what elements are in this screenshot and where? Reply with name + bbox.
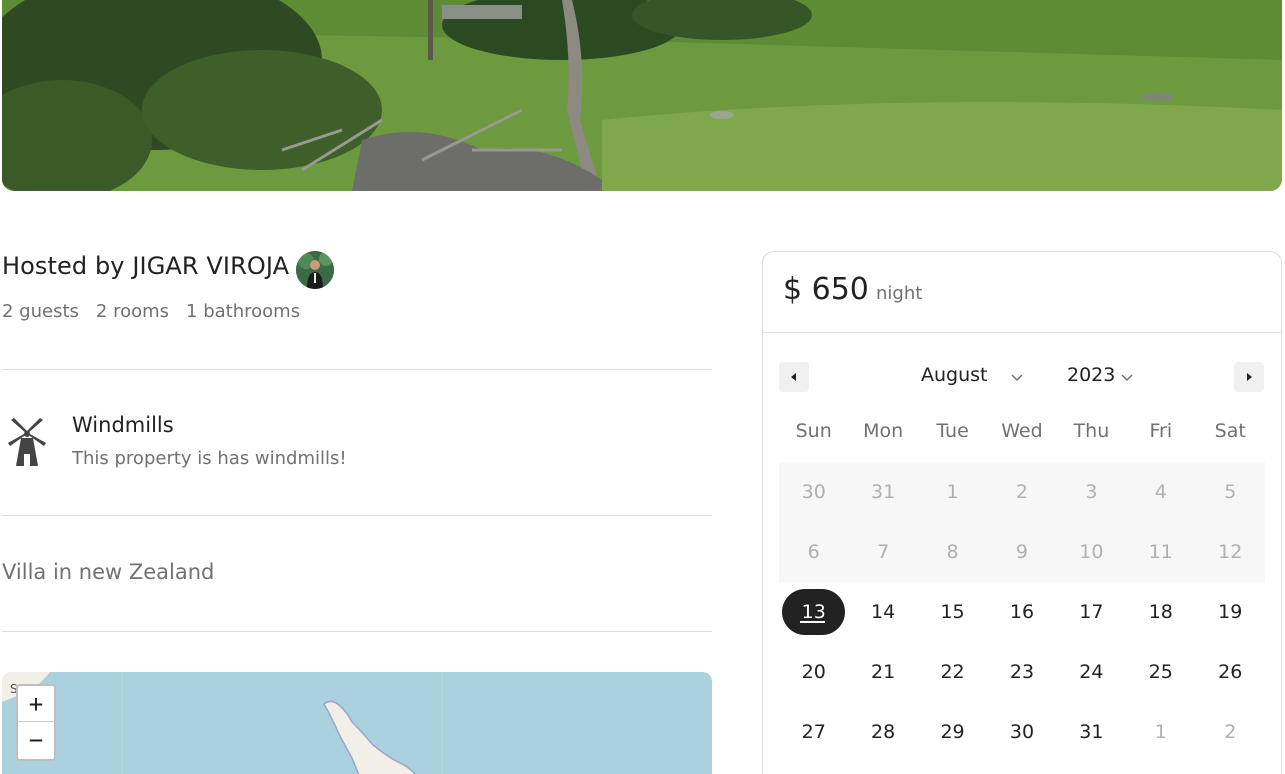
calendar-day[interactable]: 15 bbox=[918, 582, 987, 642]
calendar-day-disabled: 12 bbox=[1218, 541, 1243, 563]
calendar-week: 20 21 22 23 24 25 26 bbox=[779, 642, 1265, 702]
calendar-day[interactable]: 27 bbox=[779, 702, 848, 762]
calendar-day[interactable]: 25 bbox=[1126, 642, 1195, 702]
calendar-day[interactable]: 21 bbox=[848, 642, 917, 702]
calendar-day-outside-month: 1 bbox=[1154, 721, 1167, 743]
weekday-label: Sat bbox=[1214, 420, 1246, 442]
bathrooms-count: 1 bathrooms bbox=[186, 301, 301, 322]
chevron-down-icon bbox=[1011, 365, 1023, 387]
calendar-day-selected[interactable]: 13 bbox=[779, 582, 848, 642]
weekday-label: Wed bbox=[1001, 420, 1043, 442]
calendar-day-disabled: 1 bbox=[946, 481, 959, 503]
calendar-day[interactable]: 28 bbox=[848, 702, 917, 762]
calendar-grid: 30 31 1 2 3 4 5 6 7 8 9 10 11 12 13 14 1… bbox=[779, 462, 1265, 762]
calendar-day-disabled: 31 bbox=[871, 481, 896, 503]
weekday-label: Mon bbox=[863, 420, 904, 442]
feature-description: This property is has windmills! bbox=[72, 448, 347, 469]
weekday-label: Sun bbox=[795, 420, 832, 442]
calendar-day-disabled: 8 bbox=[946, 541, 959, 563]
calendar-week: 30 31 1 2 3 4 5 bbox=[779, 462, 1265, 522]
calendar-day-disabled: 7 bbox=[877, 541, 890, 563]
card-divider bbox=[763, 332, 1281, 333]
caret-right-icon bbox=[1247, 373, 1252, 381]
section-divider bbox=[2, 515, 712, 516]
calendar-day[interactable]: 26 bbox=[1196, 642, 1265, 702]
zoom-out-button[interactable]: − bbox=[18, 722, 54, 758]
calendar-day[interactable]: 23 bbox=[987, 642, 1056, 702]
next-month-button[interactable] bbox=[1234, 362, 1264, 392]
calendar-day[interactable]: 19 bbox=[1196, 582, 1265, 642]
calendar-day[interactable]: 24 bbox=[1057, 642, 1126, 702]
avatar-image bbox=[296, 251, 334, 289]
nightly-price: $ 650 bbox=[783, 272, 869, 307]
calendar-day-disabled: 9 bbox=[1015, 541, 1029, 563]
calendar-day[interactable]: 20 bbox=[779, 642, 848, 702]
zoom-in-button[interactable]: + bbox=[18, 686, 54, 722]
listing-photo bbox=[2, 0, 1282, 191]
chevron-down-icon bbox=[1121, 365, 1133, 387]
calendar-day-disabled: 30 bbox=[801, 481, 826, 503]
calendar-week: 27 28 29 30 31 1 2 bbox=[779, 702, 1265, 762]
section-divider bbox=[2, 369, 712, 370]
map-tiles bbox=[2, 672, 712, 774]
landscape-photo bbox=[2, 0, 1282, 191]
guests-count: 2 guests bbox=[2, 301, 79, 322]
weekday-label: Tue bbox=[936, 420, 969, 442]
calendar-day[interactable]: 22 bbox=[918, 642, 987, 702]
host-avatar[interactable] bbox=[296, 251, 334, 289]
year-select[interactable]: 2023 bbox=[1067, 364, 1133, 387]
calendar-day[interactable]: 14 bbox=[848, 582, 917, 642]
calendar-day[interactable]: 16 bbox=[987, 582, 1056, 642]
calendar-day-disabled: 2 bbox=[1015, 481, 1029, 503]
calendar-day-disabled: 11 bbox=[1148, 541, 1173, 563]
calendar-day-disabled: 4 bbox=[1154, 481, 1167, 503]
month-value: August bbox=[921, 364, 988, 386]
booking-card: $ 650 night August 2023 Sun Mon Tue Wed … bbox=[762, 251, 1282, 774]
calendar-day-disabled: 5 bbox=[1224, 481, 1237, 503]
calendar-day[interactable]: 17 bbox=[1057, 582, 1126, 642]
weekday-label: Thu bbox=[1073, 420, 1110, 442]
listing-stats: 2 guests 2 rooms 1 bathrooms bbox=[2, 301, 317, 322]
windmill-icon bbox=[8, 418, 46, 466]
listing-description: Villa in new Zealand bbox=[2, 560, 215, 584]
month-select[interactable]: August bbox=[921, 364, 1023, 387]
calendar-day-disabled: 10 bbox=[1079, 541, 1104, 563]
rooms-count: 2 rooms bbox=[95, 301, 170, 322]
year-value: 2023 bbox=[1067, 364, 1116, 386]
calendar-day[interactable]: 18 bbox=[1126, 582, 1195, 642]
prev-month-button[interactable] bbox=[779, 362, 809, 392]
price-row: $ 650 night bbox=[783, 272, 922, 307]
price-unit: night bbox=[875, 283, 923, 304]
today-indicator bbox=[800, 621, 825, 623]
section-divider bbox=[2, 631, 712, 632]
calendar-day[interactable]: 30 bbox=[987, 702, 1056, 762]
weekday-label: Fri bbox=[1149, 420, 1173, 442]
day-number: 13 bbox=[801, 601, 826, 623]
zoom-control: + − bbox=[16, 684, 56, 761]
calendar-day[interactable]: 31 bbox=[1057, 702, 1126, 762]
calendar-day[interactable]: 29 bbox=[918, 702, 987, 762]
location-map[interactable]: S + − bbox=[2, 672, 712, 774]
calendar-week: 6 7 8 9 10 11 12 bbox=[779, 522, 1265, 582]
caret-left-icon bbox=[791, 373, 796, 381]
host-title: Hosted by JIGAR VIROJA bbox=[2, 252, 290, 280]
feature-title: Windmills bbox=[72, 413, 174, 437]
calendar-day-disabled: 6 bbox=[807, 541, 820, 563]
calendar-day-outside-month: 2 bbox=[1224, 721, 1237, 743]
calendar-week: 13 14 15 16 17 18 19 bbox=[779, 582, 1265, 642]
calendar-day-disabled: 3 bbox=[1085, 481, 1098, 503]
weekday-header: Sun Mon Tue Wed Thu Fri Sat bbox=[779, 420, 1265, 448]
